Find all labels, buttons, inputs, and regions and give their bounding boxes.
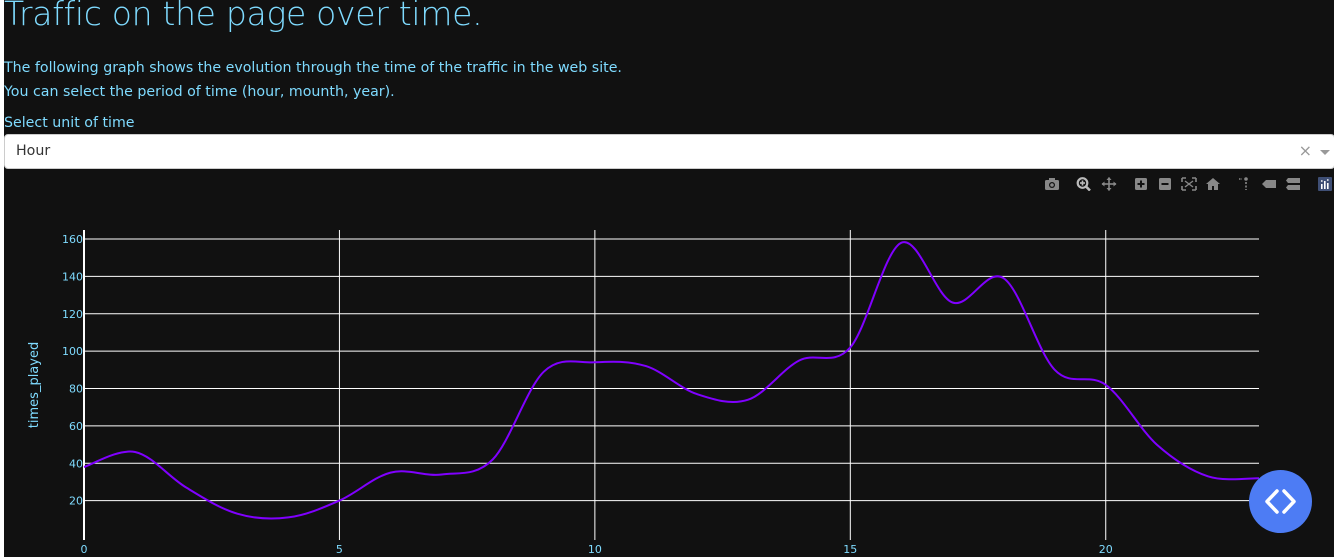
x-tick-label: 15 <box>843 543 857 556</box>
y-tick-label: 120 <box>62 308 83 321</box>
y-tick-label: 160 <box>62 233 83 246</box>
y-tick-label: 40 <box>69 457 83 470</box>
traffic-line-chart[interactable]: 20 40 60 80 100 120 140 160 0 5 10 15 20 times_playe… <box>4 0 1334 557</box>
code-toggle-button[interactable] <box>1249 470 1312 533</box>
y-axis-label: times_played <box>27 342 42 428</box>
y-tick-label: 20 <box>69 495 83 508</box>
y-tick-label: 60 <box>69 420 83 433</box>
y-tick-label: 80 <box>69 383 83 396</box>
x-tick-label: 20 <box>1099 543 1113 556</box>
page-container: Traffic on the page over time. The follo… <box>4 0 1334 557</box>
x-tick-label: 0 <box>81 543 88 556</box>
x-tick-label: 5 <box>336 543 343 556</box>
y-tick-label: 100 <box>62 345 83 358</box>
chart-gridlines <box>83 230 1259 540</box>
series-line[interactable] <box>83 241 1260 520</box>
code-brackets-icon <box>1265 489 1296 514</box>
x-tick-label: 10 <box>588 543 602 556</box>
y-tick-label: 140 <box>62 270 83 283</box>
